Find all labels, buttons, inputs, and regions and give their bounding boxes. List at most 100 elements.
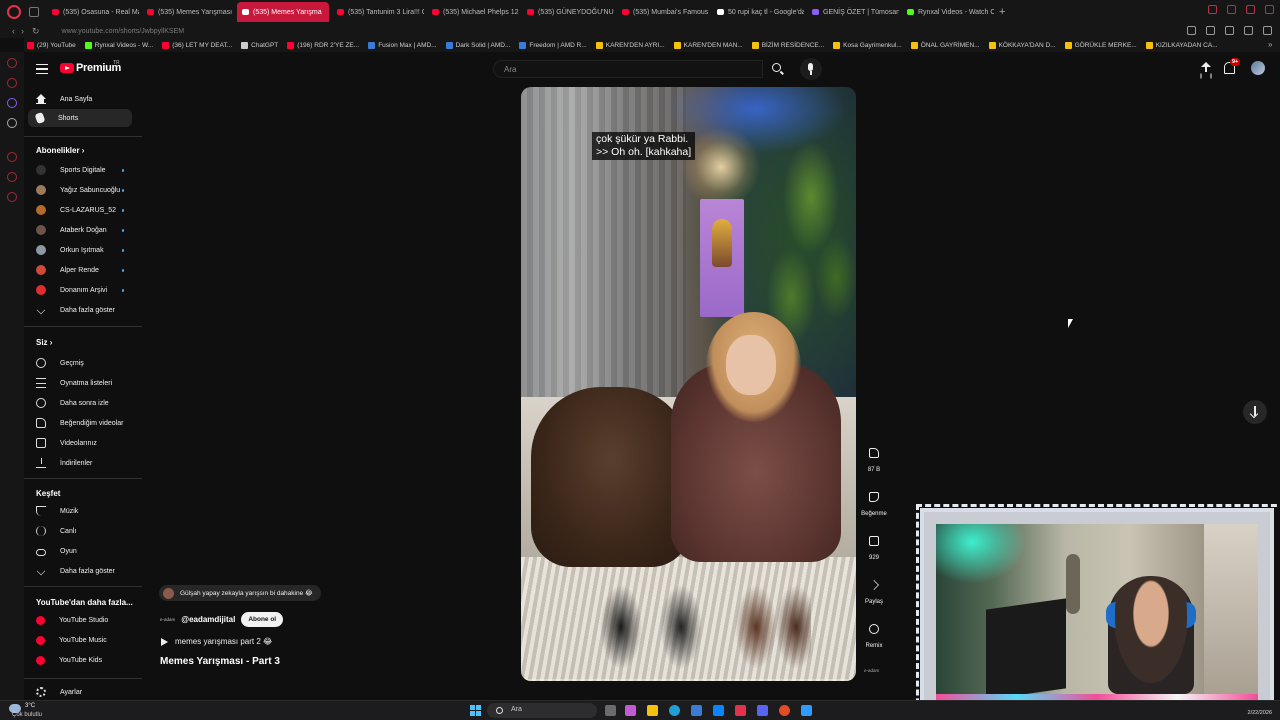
bookmarks-more-button[interactable]: » xyxy=(1268,40,1276,49)
rail-x-icon[interactable] xyxy=(7,118,17,128)
search-button[interactable] xyxy=(766,60,790,78)
browser-tab[interactable]: Rynxal Videos - Watch On xyxy=(902,2,994,22)
bookmark-item[interactable]: Fusion Max | AMD... xyxy=(365,41,439,49)
top-comment-pill[interactable]: Gülşah yapay zekayla yarışsın bi dahakin… xyxy=(159,585,321,601)
video-progress-bar[interactable] xyxy=(521,679,856,681)
tab-menu-icon[interactable] xyxy=(29,7,39,17)
shorts-video-player[interactable]: çok şükür ya Rabbi. >> Oh oh. [kahkaha] xyxy=(521,87,856,681)
profile-icon[interactable] xyxy=(1263,26,1272,35)
maximize-icon[interactable] xyxy=(1246,5,1255,14)
menu-icon[interactable] xyxy=(36,64,48,74)
taskbar-date[interactable]: 2/22/2026 xyxy=(1248,710,1272,716)
sidebar-item-live[interactable]: Canlı xyxy=(28,522,132,540)
channel-logo[interactable]: e-adam xyxy=(160,617,175,622)
sidebar-item-history[interactable]: Geçmiş xyxy=(28,354,132,372)
extensions-icon[interactable] xyxy=(1206,26,1215,35)
sidebar-item-playlist[interactable]: Oynatma listeleri xyxy=(28,374,132,392)
share-button[interactable]: Paylaş xyxy=(859,574,889,605)
browser-tab[interactable]: 50 rupi kaç tl - Google'da xyxy=(712,2,804,22)
rail-app-icon[interactable] xyxy=(7,78,17,88)
playlist-link[interactable]: memes yarışması part 2 😂 xyxy=(161,637,272,646)
browser-tab[interactable]: (535) Mumbai's Famous xyxy=(617,2,709,22)
taskbar-search[interactable]: Ara xyxy=(487,703,597,718)
upload-icon[interactable] xyxy=(1200,62,1212,76)
reload-icon[interactable]: ↻ xyxy=(32,26,40,37)
sidebar-item-home[interactable]: Ana Sayfa xyxy=(28,90,132,108)
sidebar-subscription[interactable]: Ataberk Doğan xyxy=(28,221,132,239)
bookmark-item[interactable]: (196) RDR 2'YE ZE... xyxy=(284,41,362,49)
task-view-icon[interactable] xyxy=(605,705,616,716)
bookmark-item[interactable]: GÖRÜKLE MERKE... xyxy=(1062,41,1140,49)
store-icon[interactable] xyxy=(691,705,702,716)
sidebar-item-music[interactable]: Müzik xyxy=(28,502,132,520)
close-window-icon[interactable] xyxy=(1265,5,1274,14)
subscriptions-heading[interactable]: Abonelikler › xyxy=(36,146,84,155)
bookmark-item[interactable]: (36) LET MY DEAT... xyxy=(159,41,235,49)
shield-icon[interactable] xyxy=(1225,26,1234,35)
browser-tab[interactable]: (535) GÜNEYDOĞU'NUN xyxy=(522,2,614,22)
minimize-icon[interactable] xyxy=(1227,5,1236,14)
browser-tab[interactable]: (535) Tantunim 3 Lira!!! G xyxy=(332,2,424,22)
bookmark-item[interactable]: Kosa Gayrimenkul... xyxy=(830,41,905,49)
browser-tab[interactable]: GENİŞ ÖZET | Tümosan K xyxy=(807,2,899,22)
sidebar-subscription[interactable]: Yağız Sabuncuoğlu xyxy=(28,181,132,199)
channel-handle[interactable]: @eadamdijital xyxy=(181,615,235,624)
bookmark-item[interactable]: ÖNAL GAYRİMEN... xyxy=(908,41,983,49)
rail-history-icon[interactable] xyxy=(7,152,17,162)
rail-twitch-icon[interactable] xyxy=(7,98,17,108)
sidebar-subscription[interactable]: Orkun Işıtmak xyxy=(28,241,132,259)
channel-thumbnail[interactable]: e-adam xyxy=(864,668,879,673)
camera-icon[interactable] xyxy=(1187,26,1196,35)
opera-logo-icon[interactable] xyxy=(7,5,21,19)
bookmark-item[interactable]: KIZILKAYADAN CA... xyxy=(1143,41,1221,49)
app-icon[interactable] xyxy=(801,705,812,716)
voice-search-button[interactable] xyxy=(800,58,822,80)
bookmark-item[interactable]: Dark Solid | AMD... xyxy=(443,41,514,49)
rail-heart-icon[interactable] xyxy=(7,172,17,182)
like-button[interactable]: 87 B xyxy=(859,442,889,473)
subscribe-button[interactable]: Abone ol xyxy=(241,612,284,627)
bookmark-item[interactable]: KAREN'DEN MAN... xyxy=(671,41,746,49)
remix-button[interactable]: Remix xyxy=(859,618,889,649)
windows-start-icon[interactable] xyxy=(470,705,481,716)
heart-icon[interactable] xyxy=(1244,26,1253,35)
rail-settings-icon[interactable] xyxy=(7,192,17,202)
sidebar-item-youtube-app[interactable]: YouTube Music xyxy=(28,631,132,649)
sidebar-item-watch-later[interactable]: Daha sonra izle xyxy=(28,394,132,412)
weather-description[interactable]: Çok bulutlu xyxy=(12,712,42,718)
show-more-explore[interactable]: Daha fazla göster xyxy=(28,562,132,580)
sidebar-item-shorts[interactable]: Shorts xyxy=(28,109,132,127)
video-title[interactable]: Memes Yarışması - Part 3 xyxy=(160,656,280,667)
sidebar-item-youtube-app[interactable]: YouTube Studio xyxy=(28,611,132,629)
new-tab-button[interactable]: + xyxy=(999,6,1005,18)
opera-taskbar-icon[interactable] xyxy=(735,705,746,716)
show-more-subscriptions[interactable]: Daha fazla göster xyxy=(28,301,132,319)
sidebar-subscription[interactable]: Sports Digitale xyxy=(28,161,132,179)
search-tabs-icon[interactable] xyxy=(1208,5,1217,14)
edge-icon[interactable] xyxy=(669,705,680,716)
weather-temperature[interactable]: 3°C xyxy=(25,703,35,709)
bookmark-item[interactable]: KAREN'DEN AYRI... xyxy=(593,41,668,49)
browser-tab[interactable]: (535) Memes Yarışma xyxy=(237,2,329,22)
rail-app-icon[interactable] xyxy=(7,58,17,68)
bookmark-item[interactable]: BİZİM RESİDENCE... xyxy=(749,41,827,49)
bookmark-item[interactable]: KÖKKAYA'DAN D... xyxy=(986,41,1059,49)
file-explorer-icon[interactable] xyxy=(647,705,658,716)
sidebar-item-settings[interactable]: Ayarlar xyxy=(28,683,132,701)
sidebar-subscription[interactable]: Alper Rende xyxy=(28,261,132,279)
copilot-icon[interactable] xyxy=(625,705,636,716)
comments-button[interactable]: 929 xyxy=(859,530,889,561)
bookmark-item[interactable]: Freedom | AMD R... xyxy=(516,41,589,49)
sidebar-item-liked[interactable]: Beğendiğim videolar xyxy=(28,414,132,432)
mail-icon[interactable] xyxy=(713,705,724,716)
browser-tab[interactable]: (535) Osasuna - Real Mad xyxy=(47,2,139,22)
account-avatar[interactable] xyxy=(1251,61,1265,75)
url-field[interactable]: www.youtube.com/shorts/JwbpyllKSEM xyxy=(62,28,185,35)
browser-tab[interactable]: (535) Michael Phelps 12,0 xyxy=(427,2,519,22)
sidebar-item-youtube-app[interactable]: YouTube Kids xyxy=(28,651,132,669)
sidebar-item-your-videos[interactable]: Videolarınız xyxy=(28,434,132,452)
bookmark-item[interactable]: Rynxal Videos - W... xyxy=(82,41,156,49)
discord-icon[interactable] xyxy=(757,705,768,716)
browser-tab[interactable]: (535) Memes Yarışması xyxy=(142,2,234,22)
dislike-button[interactable]: Beğenme xyxy=(859,486,889,517)
